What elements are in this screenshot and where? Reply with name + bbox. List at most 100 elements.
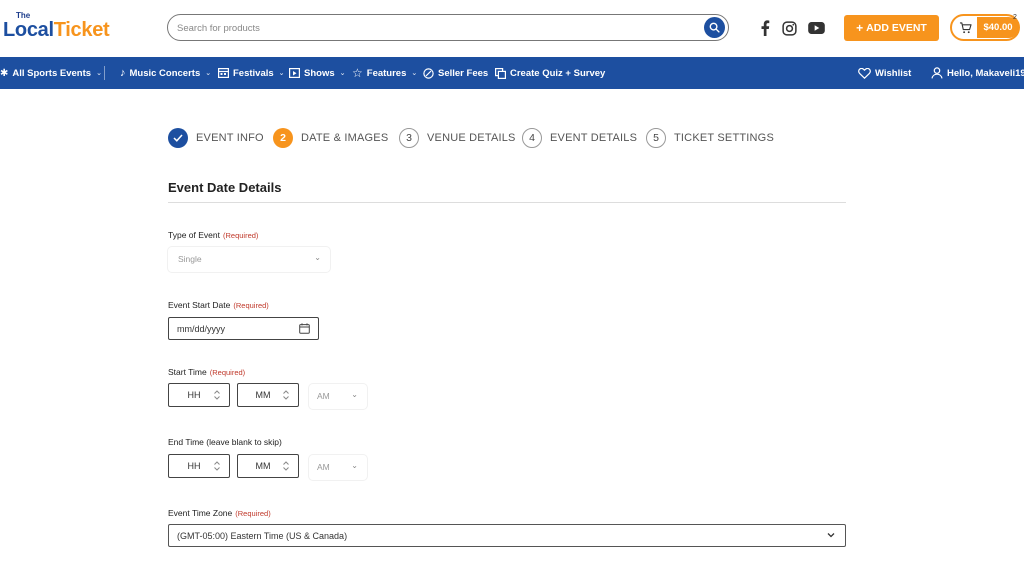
spinner-arrows-icon[interactable] xyxy=(282,460,290,472)
search-icon xyxy=(709,22,720,33)
select-value: Single xyxy=(178,254,202,264)
step-complete-circle xyxy=(168,127,188,148)
end-minute-input[interactable]: MM xyxy=(237,454,299,478)
step-event-details[interactable]: 4 EVENT DETAILS xyxy=(522,127,637,148)
logo-wordmark: LocalTicket xyxy=(3,19,110,42)
required-marker: (Required) xyxy=(222,231,259,240)
search-input[interactable] xyxy=(177,20,697,36)
logo-local: Local xyxy=(3,19,54,41)
nav-item-seller-fees[interactable]: Seller Fees xyxy=(423,57,488,89)
start-time-label: Start Time (Required) xyxy=(168,367,245,377)
site-header: The LocalTicket + ADD EVENT $40.00 2 xyxy=(0,0,1024,57)
nav-item-label: Music Concerts xyxy=(129,67,201,79)
site-logo[interactable]: The LocalTicket xyxy=(3,11,125,44)
step-number: 5 xyxy=(646,127,666,148)
cart-button[interactable]: $40.00 xyxy=(950,14,1020,41)
nav-item-festivals[interactable]: Festivals ⌄ xyxy=(218,57,285,89)
sports-icon: ✱ xyxy=(0,67,9,79)
end-hour-input[interactable]: HH xyxy=(168,454,230,478)
nav-item-label: Shows xyxy=(304,67,335,79)
fees-icon xyxy=(423,67,434,79)
cart-icon xyxy=(955,18,975,38)
required-marker: (Required) xyxy=(235,509,271,518)
type-of-event-label: Type of Event (Required) xyxy=(168,230,258,240)
nav-item-music-concerts[interactable]: ♪ Music Concerts ⌄ xyxy=(120,57,211,89)
chevron-down-icon xyxy=(827,533,835,538)
step-venue-details[interactable]: 3 VENUE DETAILS xyxy=(399,127,516,148)
section-divider xyxy=(168,202,846,203)
user-icon xyxy=(931,67,943,79)
step-date-images[interactable]: 2 DATE & IMAGES xyxy=(273,127,388,148)
start-ampm-select[interactable]: AM ⌄ xyxy=(309,384,367,409)
end-time-label: End Time (leave blank to skip) xyxy=(168,437,282,447)
spinner-arrows-icon[interactable] xyxy=(213,389,221,401)
star-icon: ☆ xyxy=(352,66,363,80)
step-number: 4 xyxy=(522,127,542,148)
nav-item-label: Seller Fees xyxy=(438,67,489,79)
chevron-down-icon: ⌄ xyxy=(351,461,358,470)
chevron-down-icon: ⌄ xyxy=(351,390,358,399)
start-minute-input[interactable]: MM xyxy=(237,383,299,407)
nav-item-shows[interactable]: Shows ⌄ xyxy=(289,57,346,89)
field-label-text: Event Start Date xyxy=(168,300,231,310)
nav-item-label: Festivals xyxy=(233,67,274,79)
user-account-link[interactable]: Hello, Makaveli19 xyxy=(931,57,1024,89)
step-label: EVENT DETAILS xyxy=(550,131,638,144)
nav-item-create-quiz-survey[interactable]: Create Quiz + Survey xyxy=(495,57,605,89)
calendar-icon[interactable] xyxy=(299,323,310,334)
facebook-icon[interactable] xyxy=(755,18,775,38)
select-value: (GMT-05:00) Eastern Time (US & Canada) xyxy=(177,531,348,541)
spinner-arrows-icon[interactable] xyxy=(282,389,290,401)
add-event-label: ADD EVENT xyxy=(866,22,927,34)
step-label: VENUE DETAILS xyxy=(427,131,516,144)
time-zone-select[interactable]: (GMT-05:00) Eastern Time (US & Canada) xyxy=(168,524,846,547)
chevron-down-icon: ⌄ xyxy=(314,253,321,262)
minute-value: MM xyxy=(255,390,271,400)
minute-value: MM xyxy=(255,461,271,471)
step-label: DATE & IMAGES xyxy=(301,131,389,144)
checkmark-icon xyxy=(173,133,183,142)
step-number: 2 xyxy=(273,127,293,148)
main-nav: ✱ All Sports Events ⌄ ♪ Music Concerts ⌄… xyxy=(0,57,1024,89)
nav-item-all-sports-events[interactable]: ✱ All Sports Events ⌄ xyxy=(0,57,102,89)
wishlist-link[interactable]: Wishlist xyxy=(858,57,911,89)
type-of-event-select[interactable]: Single ⌄ xyxy=(168,247,330,272)
chevron-down-icon: ⌄ xyxy=(205,70,212,77)
ampm-value: AM xyxy=(317,462,330,472)
step-event-info[interactable]: EVENT INFO xyxy=(168,127,264,148)
field-label-text: Start Time xyxy=(168,367,207,377)
end-ampm-select[interactable]: AM ⌄ xyxy=(309,455,367,480)
wishlist-label: Wishlist xyxy=(875,67,912,79)
chevron-down-icon: ⌄ xyxy=(278,70,285,77)
nav-divider xyxy=(104,66,105,80)
add-event-button[interactable]: + ADD EVENT xyxy=(844,15,939,41)
nav-item-label: Create Quiz + Survey xyxy=(510,67,606,79)
instagram-icon[interactable] xyxy=(779,18,799,38)
search-button[interactable] xyxy=(704,17,725,38)
chevron-down-icon: ⌄ xyxy=(96,70,102,77)
festival-icon xyxy=(218,68,229,78)
nav-item-label: All Sports Events xyxy=(12,67,92,79)
hour-value: HH xyxy=(187,390,201,400)
plus-icon: + xyxy=(856,21,864,35)
required-marker: (Required) xyxy=(233,301,269,310)
ampm-value: AM xyxy=(317,391,330,401)
quiz-icon xyxy=(495,67,506,79)
nav-item-features[interactable]: ☆ Features ⌄ xyxy=(352,57,417,89)
music-note-icon: ♪ xyxy=(120,67,126,79)
chevron-down-icon: ⌄ xyxy=(339,70,346,77)
spinner-arrows-icon[interactable] xyxy=(213,460,221,472)
required-marker: (Required) xyxy=(209,368,246,377)
nav-item-label: Features xyxy=(366,67,407,79)
date-value: mm/dd/yyyy xyxy=(177,324,226,334)
field-label-text: Event Time Zone xyxy=(168,508,233,518)
section-title: Event Date Details xyxy=(168,180,282,195)
field-label-text: End Time (leave blank to skip) xyxy=(168,437,282,447)
start-hour-input[interactable]: HH xyxy=(168,383,230,407)
step-label: TICKET SETTINGS xyxy=(674,131,774,144)
chevron-down-icon: ⌄ xyxy=(411,70,418,77)
youtube-icon[interactable] xyxy=(806,18,826,38)
cart-count-badge: 2 xyxy=(1013,14,1017,21)
start-date-input[interactable]: mm/dd/yyyy xyxy=(168,317,319,340)
step-ticket-settings[interactable]: 5 TICKET SETTINGS xyxy=(646,127,774,148)
